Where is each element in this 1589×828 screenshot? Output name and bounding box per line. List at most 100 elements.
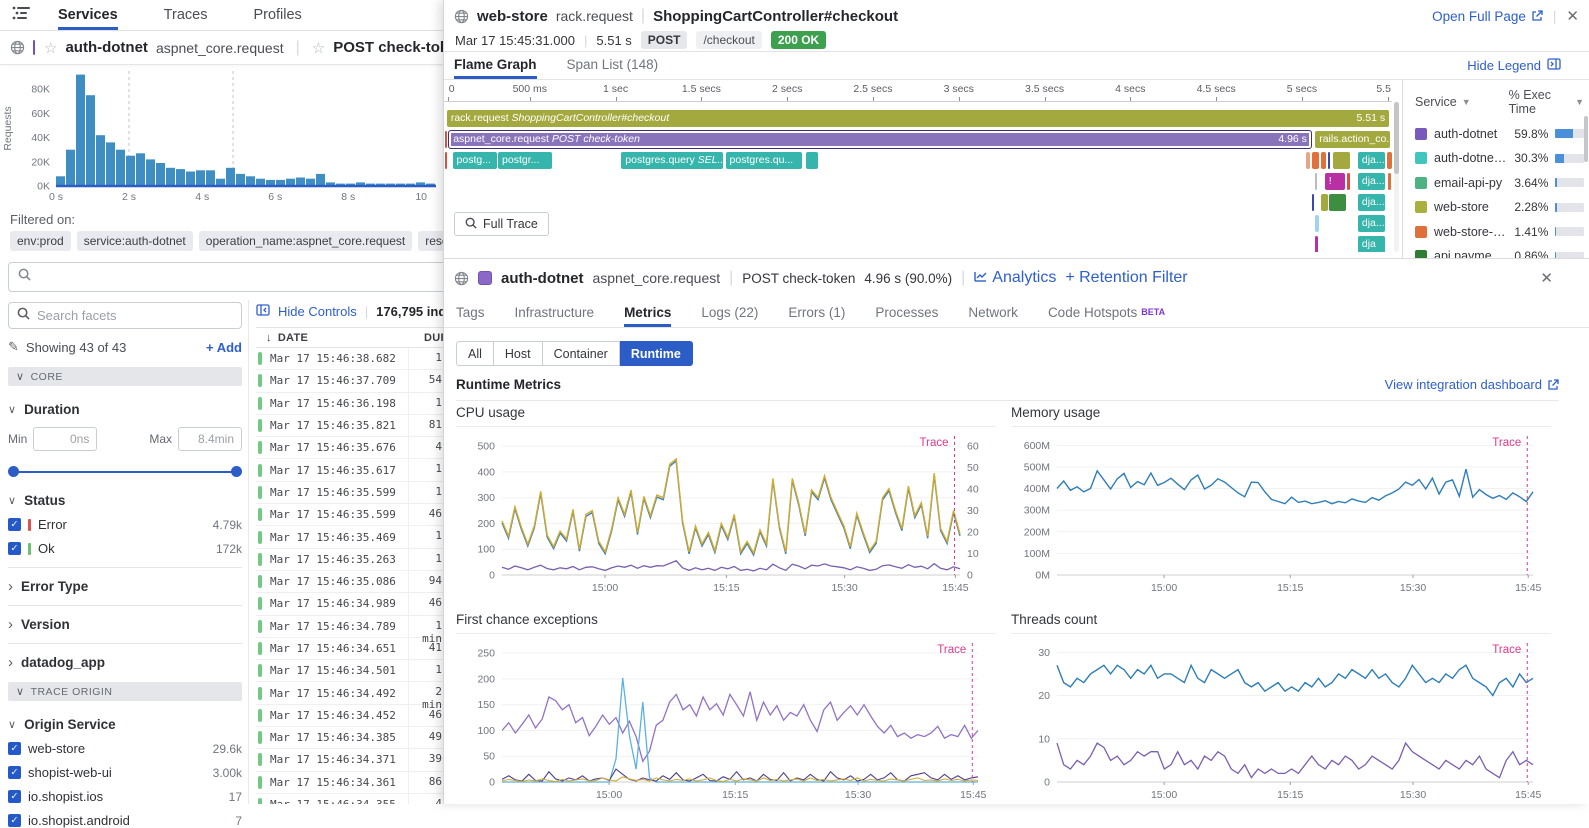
checkbox-checked[interactable]: ✓ [8,766,21,779]
table-row[interactable]: Mar 17 15:46:35.82181 [256,415,443,437]
facet-search-input[interactable] [37,308,187,323]
tab-logs-22[interactable]: Logs (22) [701,299,758,327]
table-row[interactable]: Mar 17 15:46:34.37139 [256,749,443,771]
legend-row-email-api-py[interactable]: email-api-py3.64% [1415,176,1584,190]
facet-duration[interactable]: ∨Duration [8,402,242,417]
span-segment[interactable] [1321,152,1326,169]
table-row[interactable]: Mar 17 15:46:37.70954 [256,370,443,392]
tab-span-list-148[interactable]: Span List (148) [567,52,659,79]
span-aspnet-core-request[interactable]: aspnet_core.request POST check-token4.96… [449,131,1311,148]
table-row[interactable]: Mar 17 15:46:35.08694 [256,571,443,593]
hide-controls-button[interactable]: Hide Controls [278,304,357,319]
pencil-icon[interactable]: ✎ [8,339,19,355]
table-row[interactable]: Mar 17 15:46:35.59946 [256,504,443,526]
requests-histogram[interactable]: Requests0K20K40K60K80K0 s2 s4 s6 s8 s10 [0,66,443,211]
tab-infrastructure[interactable]: Infrastructure [515,299,595,327]
span-segment[interactable] [1312,152,1319,169]
service-name[interactable]: auth-dotnet [65,39,147,56]
flame-graph[interactable]: rack.request ShoppingCartController#chec… [444,102,1392,252]
tab-flame-graph[interactable]: Flame Graph [454,52,537,79]
star-icon[interactable]: ☆ [44,39,57,57]
table-row[interactable]: Mar 17 15:46:34.98946 [256,593,443,615]
scope-host[interactable]: Host [494,341,543,366]
table-row[interactable]: Mar 17 15:46:34.45246 [256,705,443,727]
flame-graph-scrollbar[interactable] [1394,102,1399,252]
facet-error-type[interactable]: ›Error Type [8,567,242,594]
open-full-page-link[interactable]: Open Full Page [1432,9,1543,24]
filter-pill-service-auth-dotnet[interactable]: service:auth-dotnet [77,231,193,251]
span-segment[interactable] [806,152,818,169]
tab-network[interactable]: Network [968,299,1018,327]
span-dja[interactable]: dja... [1358,152,1385,169]
table-row[interactable]: Mar 17 15:46:38.6821 [256,348,443,370]
legend-row-web-store[interactable]: web-store2.28% [1415,200,1584,214]
checkbox-checked[interactable]: ✓ [8,518,21,531]
checkbox-checked[interactable]: ✓ [8,542,21,555]
facet-group-core[interactable]: ∨CORE [8,367,242,386]
tab-services[interactable]: Services [58,0,118,30]
legend-row-web-store-m[interactable]: web-store-m...1.41% [1415,225,1584,239]
resource-name[interactable]: POST check-token [333,39,443,56]
table-row[interactable]: Mar 17 15:46:34.38549 [256,727,443,749]
operation-name[interactable]: aspnet_core.request [156,40,284,56]
scope-container[interactable]: Container [543,341,620,366]
span-segment[interactable] [1388,173,1391,190]
span-segment[interactable] [1315,215,1319,232]
span-postg[interactable]: postg... [453,152,498,169]
integration-dashboard-link[interactable]: View integration dashboard [1385,377,1559,392]
span-segment[interactable] [1329,194,1345,211]
filter-pill-operation-name-aspnet-core-request[interactable]: operation_name:aspnet_core.request [199,231,412,251]
scope-all[interactable]: All [456,341,494,366]
span-rack-request[interactable]: rack.request ShoppingCartController#chec… [447,110,1389,127]
duration-column-header[interactable]: DURA [424,332,443,344]
facet-origin-service[interactable]: ∨Origin Service [8,717,242,732]
facet-search[interactable] [8,302,242,329]
close-icon[interactable]: ✕ [1540,269,1553,287]
duration-max-input[interactable]: 8.4min [178,427,242,451]
facet-group-trace-origin[interactable]: ∨TRACE ORIGIN [8,682,242,701]
span-segment[interactable] [445,131,447,148]
duration-slider[interactable] [8,466,242,477]
tab-tags[interactable]: Tags [456,299,485,327]
facet-version[interactable]: ›Version [8,605,242,632]
star-icon[interactable]: ☆ [312,39,325,57]
filter-pill-env-prod[interactable]: env:prod [10,231,71,251]
span-segment[interactable] [1387,152,1392,169]
table-row[interactable]: Mar 17 15:46:34.65141 [256,638,443,660]
date-column-header[interactable]: DATE [278,332,308,344]
span-segment[interactable] [1312,194,1314,211]
span-dja[interactable]: dja [1358,236,1385,252]
slider-handle-max[interactable] [231,466,242,477]
span-dja[interactable]: dja... [1358,194,1385,211]
full-trace-button[interactable]: Full Trace [454,212,549,236]
add-facet-button[interactable]: + Add [206,340,242,355]
hide-legend-button[interactable]: Hide Legend [1467,58,1561,73]
legend-service-column[interactable]: Service [1415,95,1457,109]
span-segment[interactable] [1347,173,1349,190]
span-segment[interactable] [1328,152,1331,169]
legend-row-auth-dotnet[interactable]: auth-dotnet-...30.3% [1415,151,1584,165]
table-row[interactable]: Mar 17 15:46:34.7891 min [256,616,443,638]
span-postgres-qu[interactable]: postgres.qu... [726,152,803,169]
legend-scrollbar[interactable] [1584,116,1588,162]
close-icon[interactable]: ✕ [1566,7,1579,25]
slider-handle-min[interactable] [8,466,19,477]
span-dja[interactable]: dja... [1358,215,1385,232]
duration-min-input[interactable]: 0ns [33,427,97,451]
span-segment[interactable] [1333,152,1350,169]
tab-errors-1[interactable]: Errors (1) [788,299,845,327]
table-row[interactable]: Mar 17 15:46:34.3554 [256,794,443,804]
table-row[interactable]: Mar 17 15:46:35.5991 [256,482,443,504]
table-row[interactable]: Mar 17 15:46:36.1981 [256,393,443,415]
tab-processes[interactable]: Processes [875,299,938,327]
tab-code-hotspots[interactable]: Code HotspotsBETA [1048,299,1165,327]
table-row[interactable]: Mar 17 15:46:35.4691 [256,526,443,548]
span-segment[interactable] [445,152,447,169]
checkbox-checked[interactable]: ✓ [8,742,21,755]
span-segment[interactable] [1306,152,1310,169]
span-segment[interactable] [1321,194,1328,211]
span-postgres-query[interactable]: postgres.query SEL... [621,152,722,169]
scope-runtime[interactable]: Runtime [620,341,693,366]
apm-list-icon[interactable] [12,5,32,26]
span-[interactable]: ! [1325,173,1345,190]
